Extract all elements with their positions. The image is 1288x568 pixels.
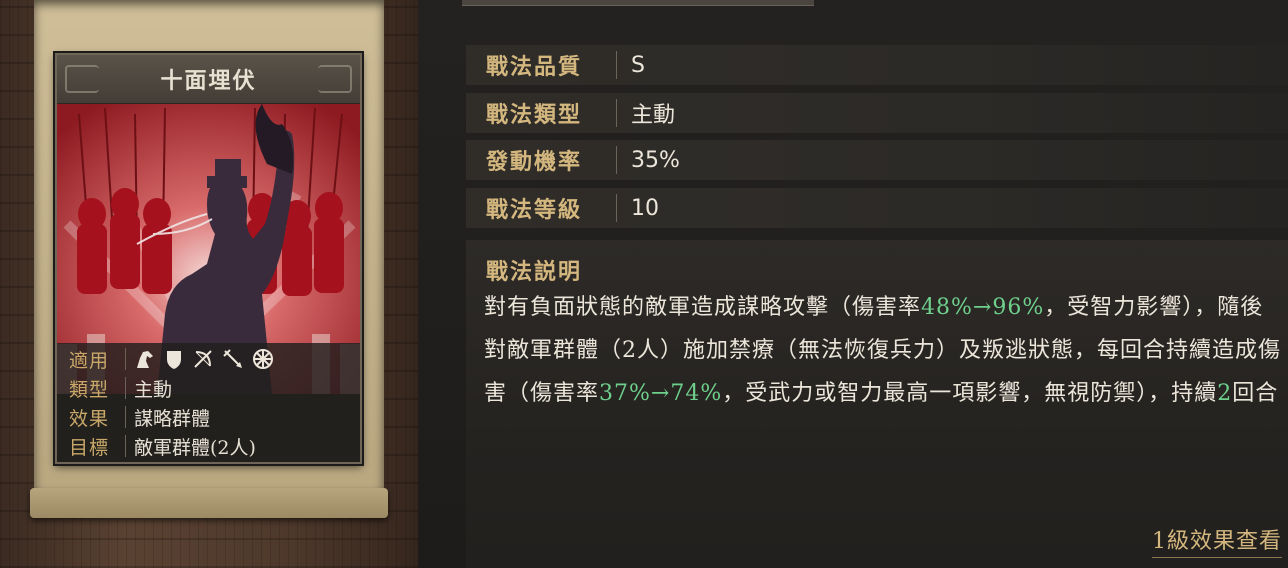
card-title: 十面埋伏	[160, 68, 257, 94]
stat-row-trigger-rate: 發動機率 35%	[466, 140, 1288, 180]
stat-row-level: 戰法等級 10	[466, 188, 1288, 228]
level-effect-link[interactable]: 1級效果查看	[1152, 523, 1282, 558]
tactic-detail-panel: 戰法品質 S 戰法類型 主動 發動機率 35% 戰法等級 10 戰法説明 對有負…	[418, 0, 1288, 568]
stat-label: 戰法類型	[486, 102, 583, 128]
stat-value: 10	[631, 195, 659, 221]
description-highlight: 2	[1217, 381, 1233, 406]
divider	[125, 406, 126, 428]
info-row-effect: 效果 謀略群體	[57, 403, 360, 431]
stat-label: 戰法品質	[486, 54, 583, 80]
info-row-target: 目標 敵軍群體(2人)	[57, 432, 360, 460]
card-info-panel: 適用 類型 主動 效果 謀略群體 目標 敵軍群體(2人)	[57, 343, 360, 462]
wheel-icon	[253, 349, 273, 369]
info-key: 目標	[69, 436, 110, 459]
info-value: 謀略群體	[134, 407, 211, 430]
description-label: 戰法説明	[486, 259, 583, 285]
stat-value: 主動	[631, 103, 676, 128]
stat-label: 發動機率	[486, 149, 583, 175]
scroll-roller	[30, 488, 388, 518]
stat-value: S	[631, 52, 645, 78]
description-text: 對有負面狀態的敵軍造成謀略攻擊（傷害率48%→96%，受智力影響），隨後對敵軍群…	[484, 286, 1284, 415]
divider	[125, 435, 126, 457]
top-ornament	[462, 0, 814, 6]
description-highlight: 37%→74%	[599, 381, 723, 406]
title-ornament-left	[65, 65, 99, 93]
stat-row-type: 戰法類型 主動	[466, 93, 1288, 133]
info-key: 類型	[69, 378, 110, 401]
divider	[125, 377, 126, 399]
divider	[125, 348, 126, 370]
info-value: 主動	[134, 378, 173, 401]
tactic-card: 十面埋伏 適用 類型 主動 效果 謀略群體 目標 敵軍群體(2人)	[55, 53, 362, 464]
info-row-type: 類型 主動	[57, 374, 360, 402]
cavalry-icon	[137, 351, 153, 368]
info-key: 適用	[69, 349, 110, 372]
description-segment: 回合	[1232, 381, 1279, 406]
info-value: 敵軍群體(2人)	[134, 436, 256, 459]
description-segment: 對有負面狀態的敵軍造成謀略攻擊（傷害率	[484, 295, 922, 320]
bow-icon	[194, 350, 212, 368]
spear-icon	[223, 349, 242, 368]
description-highlight: 48%→96%	[921, 295, 1045, 320]
title-ornament-right	[318, 65, 352, 93]
description-segment: ，受武力或智力最高一項影響，無視防禦），持續	[722, 381, 1218, 406]
stat-label: 戰法等級	[486, 197, 583, 223]
shield-icon	[167, 351, 181, 369]
info-row-applicable: 適用	[57, 345, 360, 373]
stat-row-quality: 戰法品質 S	[466, 45, 1288, 85]
card-title-bar: 十面埋伏	[57, 55, 360, 104]
info-key: 效果	[69, 407, 110, 430]
stat-value: 35%	[631, 147, 680, 173]
description-box: 戰法説明 對有負面狀態的敵軍造成謀略攻擊（傷害率48%→96%，受智力影響），隨…	[466, 240, 1288, 568]
unit-type-icons	[134, 348, 274, 370]
